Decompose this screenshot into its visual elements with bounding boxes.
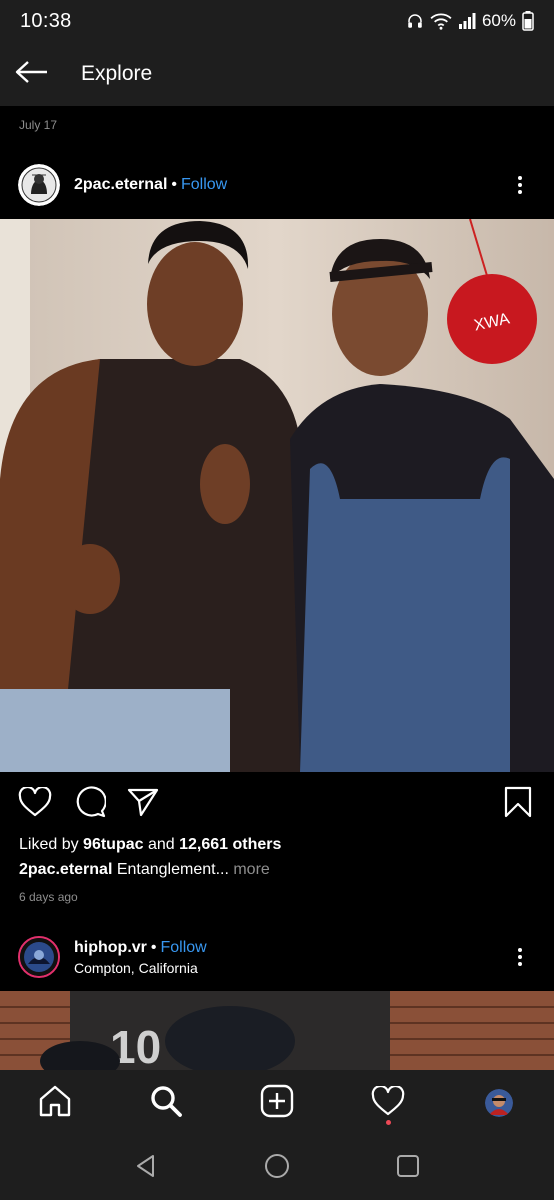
likes-count[interactable]: 12,661 others bbox=[179, 836, 281, 853]
heart-outline-icon bbox=[18, 785, 52, 822]
profile-avatar bbox=[484, 1089, 513, 1117]
save-button[interactable] bbox=[500, 786, 536, 822]
more-dot bbox=[518, 176, 522, 180]
next-post-header: hiphop.vr • Follow Compton, California bbox=[0, 925, 554, 989]
nav-profile[interactable] bbox=[471, 1075, 527, 1131]
post-image[interactable]: XWA bbox=[0, 219, 554, 772]
system-nav bbox=[0, 1136, 554, 1200]
caption-text: Entanglement... bbox=[112, 861, 229, 878]
separator-dot: • bbox=[150, 938, 157, 956]
comment-button[interactable] bbox=[72, 785, 108, 823]
follow-button[interactable]: Follow bbox=[161, 939, 207, 956]
more-dot bbox=[518, 955, 522, 959]
nav-new-post[interactable] bbox=[249, 1075, 305, 1131]
explore-feed[interactable]: July 17 2pac.eternal • Follow XWA Liked … bbox=[0, 106, 554, 1070]
more-dot bbox=[518, 948, 522, 952]
home-icon bbox=[38, 1084, 72, 1123]
user-line: hiphop.vr • Follow bbox=[74, 939, 207, 957]
likes-prefix: Liked by bbox=[19, 836, 84, 853]
system-home-button[interactable] bbox=[252, 1143, 302, 1193]
bookmark-icon bbox=[504, 786, 532, 823]
avatar[interactable] bbox=[18, 936, 60, 978]
more-dot bbox=[518, 962, 522, 966]
signal-icon bbox=[458, 12, 476, 30]
status-icons: 60% bbox=[406, 11, 534, 31]
status-time: 10:38 bbox=[20, 9, 72, 32]
post-options-button[interactable] bbox=[508, 173, 532, 197]
post-location[interactable]: Compton, California bbox=[74, 960, 207, 976]
likes-summary[interactable]: Liked by 96tupac and 12,661 others bbox=[19, 836, 281, 854]
heart-icon bbox=[371, 1084, 405, 1121]
add-post-icon bbox=[260, 1084, 294, 1123]
previous-post-caption-remnant bbox=[19, 106, 239, 108]
caption-username[interactable]: 2pac.eternal bbox=[19, 861, 112, 878]
search-icon bbox=[149, 1084, 183, 1123]
more-dot bbox=[518, 183, 522, 187]
post-actions bbox=[0, 784, 554, 828]
post-header: 2pac.eternal • Follow bbox=[0, 153, 554, 217]
wifi-icon bbox=[430, 12, 452, 30]
battery-text: 60% bbox=[481, 11, 516, 30]
like-button[interactable] bbox=[17, 785, 53, 822]
avatar[interactable] bbox=[18, 164, 60, 206]
system-recents-button[interactable] bbox=[383, 1143, 433, 1193]
post-username[interactable]: 2pac.eternal bbox=[74, 176, 167, 193]
user-line: 2pac.eternal • Follow bbox=[74, 176, 227, 194]
share-button[interactable] bbox=[125, 786, 161, 822]
next-post-user-info: hiphop.vr • Follow Compton, California bbox=[74, 939, 207, 976]
headphones-icon bbox=[406, 12, 424, 30]
arrow-left-icon bbox=[15, 60, 49, 89]
follow-button[interactable]: Follow bbox=[181, 176, 227, 193]
post-options-button[interactable] bbox=[508, 945, 532, 969]
recents-square-icon bbox=[396, 1154, 420, 1183]
bottom-nav bbox=[0, 1070, 554, 1136]
caption-more-link[interactable]: more bbox=[229, 861, 269, 878]
status-bar: 10:38 60% bbox=[0, 0, 554, 42]
home-circle-icon bbox=[264, 1153, 290, 1184]
nav-activity[interactable] bbox=[360, 1075, 416, 1131]
nav-home[interactable] bbox=[27, 1075, 83, 1131]
notification-dot bbox=[385, 1120, 391, 1125]
system-back-button[interactable] bbox=[121, 1143, 171, 1193]
post-date: 6 days ago bbox=[19, 890, 78, 904]
comment-icon bbox=[74, 785, 107, 823]
post-user-info: 2pac.eternal • Follow bbox=[74, 176, 227, 194]
app-header: Explore bbox=[0, 42, 554, 106]
separator-dot: • bbox=[171, 176, 177, 193]
back-triangle-icon bbox=[134, 1154, 158, 1183]
battery-icon bbox=[522, 11, 534, 31]
next-post-username[interactable]: hiphop.vr bbox=[74, 939, 147, 956]
likes-user[interactable]: 96tupac bbox=[83, 836, 143, 853]
page-title: Explore bbox=[81, 62, 153, 85]
post-caption: 2pac.eternal Entanglement... more bbox=[19, 861, 270, 879]
back-button[interactable] bbox=[0, 42, 64, 106]
likes-middle: and bbox=[143, 836, 180, 853]
previous-post-date: July 17 bbox=[19, 118, 58, 132]
more-dot bbox=[518, 190, 522, 194]
paper-plane-icon bbox=[127, 787, 159, 822]
nav-search[interactable] bbox=[138, 1075, 194, 1131]
next-post-image[interactable]: 10 bbox=[0, 991, 554, 1070]
